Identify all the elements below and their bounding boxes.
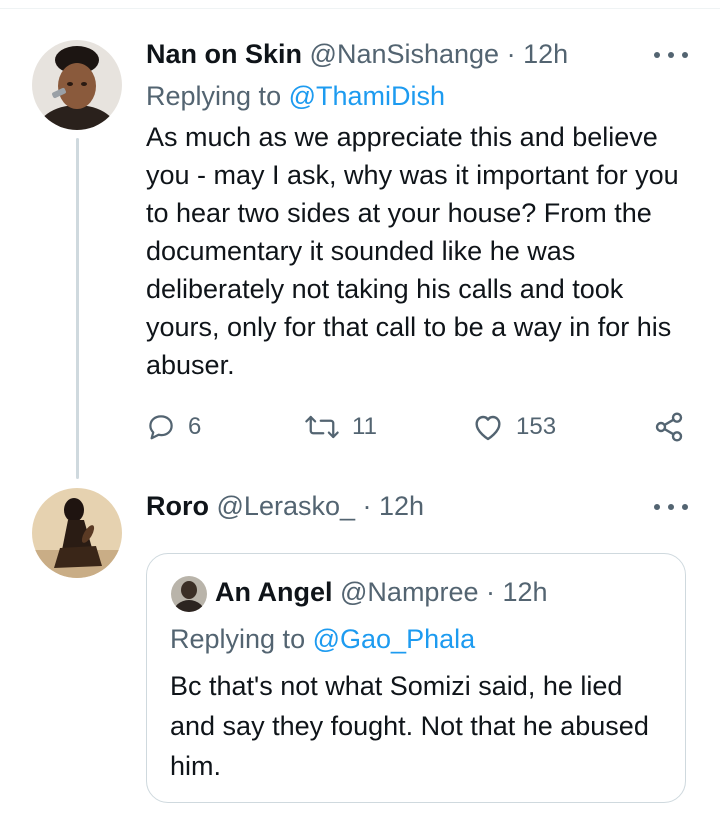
- reply-button[interactable]: 6: [146, 405, 201, 449]
- quote-replying-to: Replying to @Gao_Phala: [170, 624, 476, 654]
- retweet-icon: [305, 415, 339, 439]
- tweet1-replying-to: Replying to @ThamiDish: [146, 81, 446, 111]
- like-count: 153: [516, 413, 557, 440]
- tweet2-more-icon[interactable]: [654, 500, 688, 514]
- quote-replying-to-link[interactable]: @Gao_Phala: [313, 624, 476, 654]
- reply-count: 6: [188, 413, 202, 440]
- tweet1-text: As much as we appreciate this and believ…: [146, 122, 679, 380]
- like-button[interactable]: 153: [472, 405, 556, 449]
- tweet1-display-name[interactable]: Nan on Skin: [146, 39, 302, 69]
- retweet-count: 11: [352, 413, 377, 440]
- tweet1-header: Nan on Skin @NanSishange · 12h: [146, 38, 568, 70]
- share-icon: [655, 412, 683, 442]
- avatar-an-angel: [171, 576, 207, 612]
- top-divider: [0, 8, 720, 9]
- tweet2-time[interactable]: · 12h: [363, 491, 425, 521]
- tweet1-more-icon[interactable]: [654, 48, 688, 62]
- thread-connector-line: [76, 138, 79, 479]
- retweet-button[interactable]: 11: [304, 405, 377, 449]
- quote-text: Bc that's not what Somizi said, he lied …: [170, 671, 649, 781]
- tweet1-handle[interactable]: @NanSishange: [310, 39, 500, 69]
- reply-icon: [149, 415, 173, 440]
- tweet1-replying-to-link[interactable]: @ThamiDish: [289, 81, 445, 111]
- share-button[interactable]: [652, 405, 686, 449]
- tweet2-header: Roro @Lerasko_ · 12h: [146, 490, 424, 522]
- tweet1-action-bar: 6 11 153: [146, 405, 694, 449]
- heart-icon: [475, 415, 501, 441]
- tweet2-display-name[interactable]: Roro: [146, 491, 209, 521]
- tweet2-handle[interactable]: @Lerasko_: [217, 491, 355, 521]
- avatar-roro[interactable]: [32, 488, 122, 578]
- quote-handle: @Nampree: [340, 577, 479, 607]
- quote-time: · 12h: [486, 577, 548, 607]
- quote-display-name: An Angel: [215, 577, 333, 607]
- avatar-nan-on-skin[interactable]: [32, 40, 122, 130]
- quote-header: An Angel @Nampree · 12h: [215, 576, 548, 608]
- tweet1-time[interactable]: · 12h: [507, 39, 569, 69]
